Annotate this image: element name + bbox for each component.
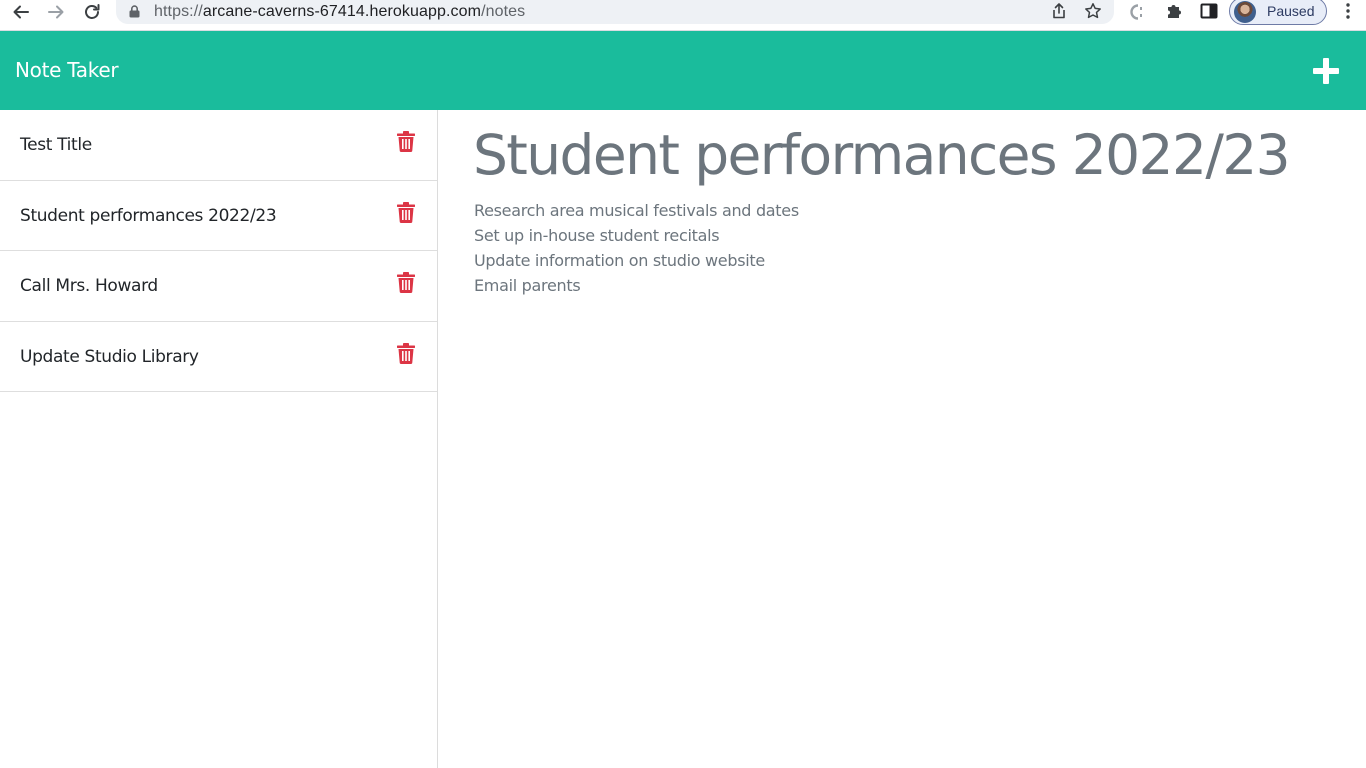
- note-line: Update information on studio website: [474, 251, 765, 270]
- bookmark-star-icon[interactable]: [1084, 2, 1102, 20]
- profile-status: Paused: [1267, 3, 1315, 19]
- side-panel-icon[interactable]: [1200, 2, 1218, 20]
- arrow-left-icon: [13, 5, 29, 19]
- share-icon[interactable]: [1050, 2, 1068, 20]
- list-item[interactable]: Student performances 2022/23: [0, 181, 437, 251]
- trash-icon[interactable]: [397, 201, 415, 223]
- note-title: Student performances 2022/23: [20, 205, 277, 226]
- arrow-right-icon: [48, 5, 64, 19]
- address-bar[interactable]: https://arcane-caverns-67414.herokuapp.c…: [116, 0, 1114, 24]
- note-line: Email parents: [474, 276, 581, 295]
- plus-icon[interactable]: [1312, 57, 1340, 85]
- note-title: Test Title: [20, 135, 92, 155]
- browser-toolbar: https://arcane-caverns-67414.herokuapp.c…: [0, 0, 1366, 31]
- lock-icon: [129, 5, 140, 18]
- note-title-field[interactable]: Student performances 2022/23: [473, 123, 1291, 187]
- trash-icon[interactable]: [397, 272, 415, 293]
- note-title: Update Studio Library: [20, 346, 199, 367]
- url-text: https://arcane-caverns-67414.herokuapp.c…: [154, 3, 525, 21]
- trash-icon[interactable]: [397, 131, 415, 152]
- list-item[interactable]: Update Studio Library: [0, 322, 437, 392]
- list-item[interactable]: Call Mrs. Howard: [0, 251, 437, 322]
- url-host: arcane-caverns-67414.herokuapp.com: [202, 3, 482, 20]
- note-list: Test Title Student performances 2022/23 …: [0, 110, 438, 768]
- note-line: Research area musical festivals and date…: [474, 201, 799, 220]
- url-scheme: https://: [154, 3, 203, 20]
- note-text-area[interactable]: Research area musical festivals and date…: [474, 198, 799, 298]
- list-item[interactable]: Test Title: [0, 110, 437, 181]
- app-navbar: Note Taker: [0, 31, 1366, 110]
- more-menu-icon[interactable]: [1344, 2, 1352, 20]
- url-path: /notes: [481, 3, 526, 20]
- note-editor: Student performances 2022/23 Research ar…: [438, 110, 1366, 768]
- trash-icon[interactable]: [397, 342, 415, 364]
- note-title: Call Mrs. Howard: [20, 276, 158, 296]
- back-button[interactable]: [7, 0, 35, 24]
- note-line: Set up in-house student recitals: [474, 226, 720, 245]
- puzzle-piece-icon[interactable]: [1165, 2, 1184, 21]
- brand-title[interactable]: Note Taker: [15, 58, 119, 82]
- extension-icon[interactable]: [1128, 2, 1148, 22]
- profile-button[interactable]: Paused: [1229, 0, 1327, 25]
- reload-icon: [85, 4, 100, 19]
- avatar: [1234, 1, 1256, 23]
- reload-button[interactable]: [78, 0, 106, 24]
- forward-button[interactable]: [42, 0, 70, 24]
